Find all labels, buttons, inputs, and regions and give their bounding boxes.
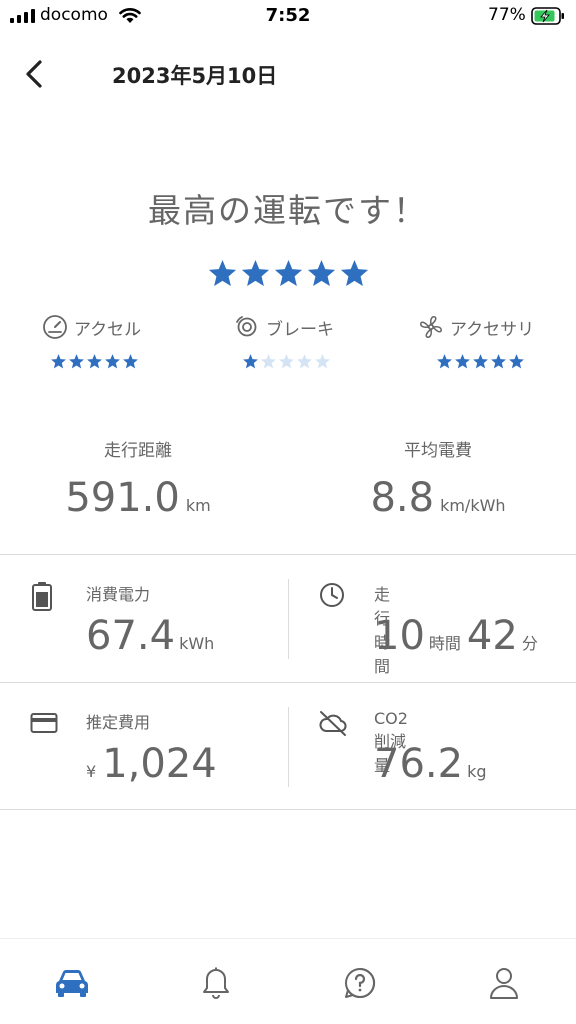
tab-help[interactable]: [338, 961, 382, 1005]
category-label: アクセル: [74, 319, 142, 340]
battery-percent: 77%: [488, 5, 526, 25]
category-accelerator: アクセル: [42, 314, 222, 370]
star-filled-icon: [491, 354, 506, 369]
fan-icon: [420, 316, 442, 338]
star-filled-icon: [123, 354, 138, 369]
co2-cell: CO2削減量 76.2 kg: [0, 683, 486, 811]
efficiency-unit: km/kWh: [440, 496, 506, 515]
car-icon: [56, 970, 88, 997]
category-ratings: アクセル ブレーキ アクセサリ: [0, 314, 576, 384]
app-header: 2023年5月10日: [0, 48, 576, 104]
star-filled-icon: [105, 354, 120, 369]
time-hours: 10: [374, 613, 425, 659]
time-minutes: 42: [466, 613, 518, 659]
category-stars: [436, 353, 576, 370]
time-minutes-unit: 分: [521, 634, 538, 653]
star-filled-icon: [208, 259, 236, 287]
efficiency-stat: 平均電費 8.8 km/kWh: [318, 436, 558, 521]
star-filled-icon: [340, 259, 368, 287]
status-bar: docomo 7:52 77%: [0, 0, 576, 34]
chevron-left-icon: [26, 60, 42, 88]
distance-stat: 走行距離 591.0 km: [18, 436, 258, 521]
star-filled-icon: [437, 354, 452, 369]
star-filled-icon: [69, 354, 84, 369]
category-accessory: アクセサリ: [418, 314, 576, 370]
efficiency-label: 平均電費: [404, 441, 472, 461]
page-title: 2023年5月10日: [112, 64, 278, 88]
back-button[interactable]: [18, 56, 52, 92]
star-filled-icon: [509, 354, 524, 369]
person-icon: [490, 968, 518, 999]
tab-profile[interactable]: [482, 961, 526, 1005]
divider: [288, 707, 289, 787]
star-filled-icon: [241, 259, 269, 287]
star-filled-icon: [455, 354, 470, 369]
co2-unit: kg: [467, 762, 487, 781]
rating-headline: 最高の運転です！: [148, 191, 428, 230]
star-empty-icon: [279, 354, 294, 369]
summary-stats: 走行距離 591.0 km 平均電費 8.8 km/kWh: [0, 436, 576, 526]
clock-icon: [320, 583, 344, 607]
star-filled-icon: [87, 354, 102, 369]
detail-row: 推定費用 ¥1,024 CO2削減量 76.2 kg: [0, 682, 576, 810]
category-label: アクセサリ: [450, 319, 535, 340]
help-icon: [345, 967, 376, 998]
distance-value: 591.0: [65, 475, 180, 521]
battery-charging-icon: [531, 7, 564, 25]
category-label: ブレーキ: [266, 319, 334, 340]
star-filled-icon: [51, 354, 66, 369]
detail-row: 消費電力 67.4 kWh 走行時間 10 時間 42 分: [0, 554, 576, 682]
time-hours-unit: 時間: [428, 634, 461, 653]
star-filled-icon: [274, 259, 302, 287]
detail-grid: 消費電力 67.4 kWh 走行時間 10 時間 42 分 推定費用 ¥1,024: [0, 554, 576, 810]
brake-icon: [236, 316, 257, 337]
overall-rating-stars: [0, 258, 576, 289]
star-filled-icon: [307, 259, 335, 287]
efficiency-value: 8.8: [370, 475, 435, 521]
category-brake: ブレーキ: [234, 314, 414, 370]
tab-car[interactable]: [50, 961, 94, 1005]
divider: [288, 579, 289, 659]
time-cell: 走行時間 10 時間 42 分: [0, 555, 538, 683]
bell-icon: [203, 967, 229, 999]
star-empty-icon: [297, 354, 312, 369]
distance-label: 走行距離: [104, 441, 172, 461]
star-filled-icon: [243, 354, 258, 369]
star-empty-icon: [261, 354, 276, 369]
distance-unit: km: [185, 496, 211, 515]
star-empty-icon: [315, 354, 330, 369]
category-stars: [50, 353, 222, 370]
speedometer-icon: [43, 315, 67, 339]
co2-value: 76.2: [374, 741, 464, 787]
tab-notifications[interactable]: [194, 961, 238, 1005]
category-stars: [242, 353, 414, 370]
star-filled-icon: [473, 354, 488, 369]
bottom-tab-bar: [0, 938, 576, 1024]
cloud-off-icon: [319, 711, 347, 736]
